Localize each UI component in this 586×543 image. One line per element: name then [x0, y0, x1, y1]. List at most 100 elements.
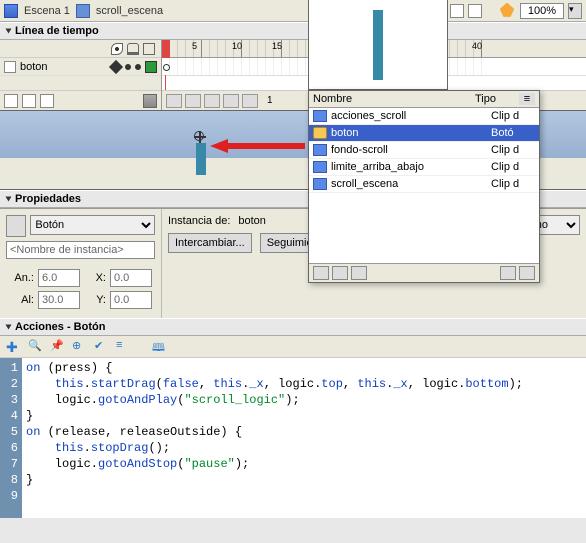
add-action-icon[interactable]: ✚: [6, 339, 22, 355]
nav-back-icon[interactable]: [450, 4, 464, 18]
movieclip-icon: [313, 110, 327, 122]
symbol-label[interactable]: scroll_escena: [96, 5, 163, 17]
swap-button[interactable]: Intercambiar...: [168, 233, 252, 253]
modify-markers-icon[interactable]: [242, 94, 258, 108]
format-icon[interactable]: ≡: [116, 339, 132, 355]
onion-skin-icon[interactable]: [185, 94, 201, 108]
collapse-icon: [6, 325, 12, 330]
timeline-title: Línea de tiempo: [15, 25, 99, 37]
library-item-type: Clip d: [491, 178, 535, 190]
library-preview: [308, 0, 448, 90]
frame-pos: 1: [267, 95, 273, 106]
scene-icon: [4, 4, 18, 18]
y-input[interactable]: [110, 291, 152, 309]
view-controls: ▾: [445, 0, 586, 22]
properties-title: Propiedades: [15, 193, 81, 205]
layer-row[interactable]: boton: [0, 58, 161, 76]
library-item-name: scroll_escena: [331, 178, 491, 190]
registration-point-icon: [194, 131, 206, 143]
instance-name-input[interactable]: [6, 241, 155, 259]
instance-of-value: boton: [238, 215, 266, 227]
add-guide-icon[interactable]: [22, 94, 36, 108]
y-label: Y:: [86, 294, 106, 306]
find-icon[interactable]: 🔍: [28, 339, 44, 355]
movieclip-icon: [313, 161, 327, 173]
outline-icon[interactable]: [143, 43, 155, 55]
layer-type-icon: [4, 61, 16, 73]
collapse-icon: [6, 29, 12, 34]
actions-title: Acciones - Botón: [15, 321, 105, 333]
reference-icon[interactable]: 🕮: [152, 339, 168, 355]
width-label: An.:: [6, 272, 34, 284]
info-icon[interactable]: [351, 266, 367, 280]
actions-toolbar: ✚ 🔍 📌 ⊕ ✔ ≡ 🕮: [0, 336, 586, 358]
pencil-icon: [109, 59, 123, 73]
visibility-dot-icon[interactable]: [125, 64, 131, 70]
col-type-header[interactable]: Tipo: [475, 93, 519, 105]
col-name-header[interactable]: Nombre: [313, 93, 475, 105]
library-item[interactable]: botonBotó: [309, 125, 539, 142]
x-label: X:: [86, 272, 106, 284]
delete-icon[interactable]: [500, 266, 516, 280]
edit-multi-icon[interactable]: [223, 94, 239, 108]
library-panel: Nombre Tipo ≡ acciones_scrollClip dboton…: [308, 90, 540, 283]
resize-grip-icon[interactable]: [519, 266, 535, 280]
playhead-icon[interactable]: [162, 40, 170, 58]
timeline-title-bar[interactable]: Línea de tiempo: [0, 22, 586, 40]
onion-outline-icon[interactable]: [204, 94, 220, 108]
instance-of-label: Instancia de:: [168, 215, 230, 227]
library-item-name: boton: [331, 127, 491, 139]
code-lines[interactable]: on (press) { this.startDrag(false, this.…: [22, 358, 527, 518]
scene-label[interactable]: Escena 1: [24, 5, 70, 17]
properties-left: Botón An.: X: Al: Y:: [0, 209, 162, 318]
library-footer: [309, 263, 539, 282]
zoom-dropdown-icon[interactable]: ▾: [568, 3, 582, 19]
nav-fwd-icon[interactable]: [468, 4, 482, 18]
library-item[interactable]: limite_arriba_abajoClip d: [309, 159, 539, 176]
annotation-arrow: [210, 139, 305, 153]
zoom-input[interactable]: [520, 3, 564, 19]
library-item[interactable]: scroll_escenaClip d: [309, 176, 539, 193]
keyframe-icon[interactable]: [162, 58, 170, 75]
library-item-type: Clip d: [491, 110, 535, 122]
x-input[interactable]: [110, 269, 152, 287]
movieclip-icon: [313, 144, 327, 156]
library-item-name: limite_arriba_abajo: [331, 161, 491, 173]
button-symbol[interactable]: [196, 143, 206, 175]
trash-icon[interactable]: [143, 94, 157, 108]
actions-title-bar[interactable]: Acciones - Botón: [0, 318, 586, 336]
library-header: Nombre Tipo ≡: [309, 91, 539, 108]
palette-icon[interactable]: [498, 3, 516, 19]
preview-symbol: [373, 10, 383, 80]
line-gutter: 123456789: [0, 358, 22, 518]
height-input[interactable]: [38, 291, 80, 309]
collapse-icon: [6, 197, 12, 202]
new-folder-icon[interactable]: [332, 266, 348, 280]
new-symbol-icon[interactable]: [313, 266, 329, 280]
center-frame-icon[interactable]: [166, 94, 182, 108]
height-label: Al:: [6, 294, 34, 306]
layer-name[interactable]: boton: [20, 61, 48, 73]
width-input[interactable]: [38, 269, 80, 287]
library-item[interactable]: fondo-scrollClip d: [309, 142, 539, 159]
eye-icon[interactable]: [111, 43, 123, 55]
lock-dot-icon[interactable]: [135, 64, 141, 70]
button-type-icon: [6, 215, 26, 237]
lock-icon[interactable]: [127, 43, 139, 55]
library-empty: [309, 193, 539, 263]
library-item[interactable]: acciones_scrollClip d: [309, 108, 539, 125]
instance-type-select[interactable]: Botón: [30, 215, 155, 235]
pin-icon[interactable]: 📌: [50, 339, 66, 355]
add-layer-icon[interactable]: [4, 94, 18, 108]
target-icon[interactable]: ⊕: [72, 339, 88, 355]
library-item-type: Clip d: [491, 144, 535, 156]
library-list[interactable]: acciones_scrollClip dbotonBotófondo-scro…: [309, 108, 539, 193]
library-item-name: acciones_scroll: [331, 110, 491, 122]
sort-icon[interactable]: ≡: [519, 93, 535, 105]
layer-color-icon[interactable]: [145, 61, 157, 73]
layer-tools: [0, 90, 161, 110]
check-icon[interactable]: ✔: [94, 339, 110, 355]
movieclip-icon: [313, 178, 327, 190]
add-folder-icon[interactable]: [40, 94, 54, 108]
code-editor[interactable]: 123456789 on (press) { this.startDrag(fa…: [0, 358, 586, 518]
